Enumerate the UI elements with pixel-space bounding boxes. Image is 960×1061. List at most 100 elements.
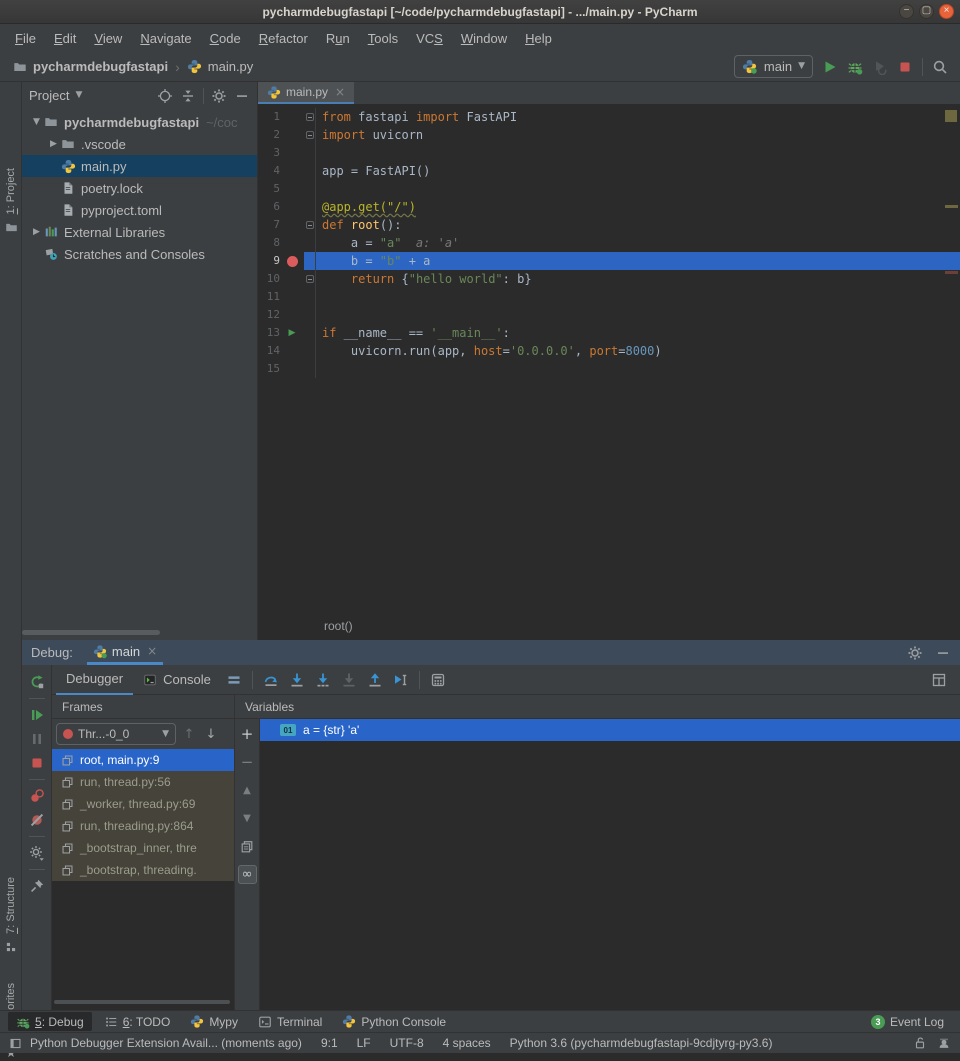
search-everywhere-icon[interactable] bbox=[932, 59, 948, 75]
fold-column[interactable] bbox=[304, 252, 316, 270]
tree-item-poetry-lock[interactable]: poetry.lock bbox=[22, 177, 257, 199]
lock-icon[interactable] bbox=[913, 1036, 927, 1050]
menu-navigate[interactable]: Navigate bbox=[131, 31, 200, 46]
gutter-marker[interactable] bbox=[280, 144, 304, 162]
step-into-button[interactable] bbox=[284, 667, 310, 693]
project-panel-title[interactable]: Project bbox=[29, 88, 69, 103]
menu-tools[interactable]: Tools bbox=[359, 31, 407, 46]
mute-breakpoints-button[interactable] bbox=[26, 808, 48, 832]
tree-expand-arrow[interactable]: ▼ bbox=[30, 118, 43, 127]
frame-row[interactable]: root, main.py:9 bbox=[52, 749, 234, 771]
project-horizontal-scrollbar[interactable] bbox=[22, 630, 258, 635]
show-watches-button[interactable]: ∞ bbox=[238, 865, 257, 884]
remove-watch-button[interactable]: − bbox=[238, 753, 257, 772]
editor-tab-main-py[interactable]: main.py × bbox=[258, 82, 354, 104]
frames-horizontal-scrollbar[interactable] bbox=[54, 1000, 230, 1004]
gutter-marker[interactable] bbox=[280, 126, 304, 144]
minimize-button[interactable]: − bbox=[899, 4, 914, 19]
tree-item-scratches-and-consoles[interactable]: Scratches and Consoles bbox=[22, 243, 257, 265]
inspection-indicator[interactable] bbox=[945, 110, 957, 122]
resume-button[interactable] bbox=[26, 703, 48, 727]
frame-row[interactable]: run, thread.py:56 bbox=[52, 771, 234, 793]
fold-column[interactable] bbox=[304, 342, 316, 360]
tab-console[interactable]: Console bbox=[133, 665, 221, 695]
stop-button[interactable] bbox=[897, 59, 913, 75]
hide-icon[interactable] bbox=[935, 645, 951, 661]
indent-style[interactable]: 4 spaces bbox=[443, 1036, 491, 1050]
fold-column[interactable] bbox=[304, 216, 316, 234]
gear-icon[interactable] bbox=[907, 645, 923, 661]
scope-breadcrumb[interactable]: root() bbox=[324, 619, 353, 633]
menu-window[interactable]: Window bbox=[452, 31, 516, 46]
duplicate-watch-button[interactable] bbox=[238, 837, 257, 856]
close-icon[interactable]: × bbox=[335, 86, 345, 98]
menu-help[interactable]: Help bbox=[516, 31, 561, 46]
previous-frame-button[interactable]: ↑ bbox=[180, 728, 198, 741]
breadcrumb-project[interactable]: pycharmdebugfastapi bbox=[33, 59, 168, 74]
gutter-marker[interactable] bbox=[280, 198, 304, 216]
stop-button[interactable] bbox=[26, 751, 48, 775]
fold-column[interactable] bbox=[304, 306, 316, 324]
tree-item-pyproject-toml[interactable]: pyproject.toml bbox=[22, 199, 257, 221]
locate-button[interactable] bbox=[157, 88, 173, 104]
menu-refactor[interactable]: Refactor bbox=[250, 31, 317, 46]
menu-edit[interactable]: Edit bbox=[45, 31, 85, 46]
maximize-button[interactable]: ▢ bbox=[919, 4, 934, 19]
menu-file[interactable]: File bbox=[6, 31, 45, 46]
menu-vcs[interactable]: VCS bbox=[407, 31, 452, 46]
run-configuration-select[interactable]: main ▼ bbox=[734, 55, 813, 78]
caret-position[interactable]: 9:1 bbox=[321, 1036, 338, 1050]
thread-select[interactable]: Thr...-0_0 ▼ bbox=[56, 723, 176, 745]
breakpoint-icon[interactable] bbox=[280, 252, 304, 270]
step-out-button[interactable] bbox=[362, 667, 388, 693]
fold-column[interactable] bbox=[304, 198, 316, 216]
pause-button[interactable] bbox=[26, 727, 48, 751]
gutter-marker[interactable] bbox=[280, 306, 304, 324]
step-over-button[interactable] bbox=[258, 667, 284, 693]
close-icon[interactable]: × bbox=[147, 645, 157, 657]
gutter-marker[interactable] bbox=[280, 108, 304, 126]
collapse-all-button[interactable] bbox=[180, 88, 196, 104]
gutter-marker[interactable] bbox=[280, 360, 304, 378]
warning-stripe-mark[interactable] bbox=[945, 205, 958, 208]
force-step-into-button[interactable] bbox=[310, 667, 336, 693]
add-watch-button[interactable]: + bbox=[238, 725, 257, 744]
code-area[interactable]: 1from fastapi import FastAPI2import uvic… bbox=[258, 104, 960, 612]
gutter-marker[interactable] bbox=[280, 234, 304, 252]
view-breakpoints-button[interactable] bbox=[26, 784, 48, 808]
run-to-cursor-button[interactable] bbox=[388, 667, 414, 693]
toolwindow-button-6-todo[interactable]: 6: TODO bbox=[96, 1012, 179, 1031]
fold-column[interactable] bbox=[304, 126, 316, 144]
file-encoding[interactable]: UTF-8 bbox=[390, 1036, 424, 1050]
restore-layout-button[interactable] bbox=[926, 667, 952, 693]
highlighting-level-icon[interactable] bbox=[937, 1036, 951, 1050]
gear-button[interactable] bbox=[211, 88, 227, 104]
fold-column[interactable] bbox=[304, 234, 316, 252]
tree-item-pycharmdebugfastapi[interactable]: ▼pycharmdebugfastapi~/coc bbox=[22, 111, 257, 133]
gutter-marker[interactable] bbox=[280, 342, 304, 360]
menu-code[interactable]: Code bbox=[201, 31, 250, 46]
fold-column[interactable] bbox=[304, 108, 316, 126]
layout-menu-button[interactable] bbox=[221, 667, 247, 693]
tree-collapse-arrow[interactable]: ▶ bbox=[30, 228, 43, 237]
chevron-down-icon[interactable]: ▼ bbox=[75, 91, 82, 100]
gutter-marker[interactable] bbox=[280, 162, 304, 180]
sidebar-item-structure[interactable]: 7: Structure bbox=[0, 877, 22, 955]
toolwindow-button-python-console[interactable]: Python Console bbox=[334, 1012, 454, 1031]
move-up-button[interactable]: ▲ bbox=[238, 781, 257, 800]
tree-collapse-arrow[interactable]: ▶ bbox=[47, 140, 60, 149]
pin-button[interactable] bbox=[26, 874, 48, 898]
close-button[interactable]: × bbox=[939, 4, 954, 19]
menu-run[interactable]: Run bbox=[317, 31, 359, 46]
fold-column[interactable] bbox=[304, 180, 316, 198]
breakpoint-stripe-mark[interactable] bbox=[945, 271, 958, 274]
fold-column[interactable] bbox=[304, 288, 316, 306]
fold-column[interactable] bbox=[304, 270, 316, 288]
tree-item-external-libraries[interactable]: ▶External Libraries bbox=[22, 221, 257, 243]
gutter-marker[interactable] bbox=[280, 270, 304, 288]
fold-column[interactable] bbox=[304, 324, 316, 342]
variable-row[interactable]: 01a = {str} 'a' bbox=[260, 719, 960, 741]
debug-button[interactable] bbox=[847, 59, 863, 75]
tab-debugger[interactable]: Debugger bbox=[56, 665, 133, 695]
frame-row[interactable]: _bootstrap_inner, thre bbox=[52, 837, 234, 859]
